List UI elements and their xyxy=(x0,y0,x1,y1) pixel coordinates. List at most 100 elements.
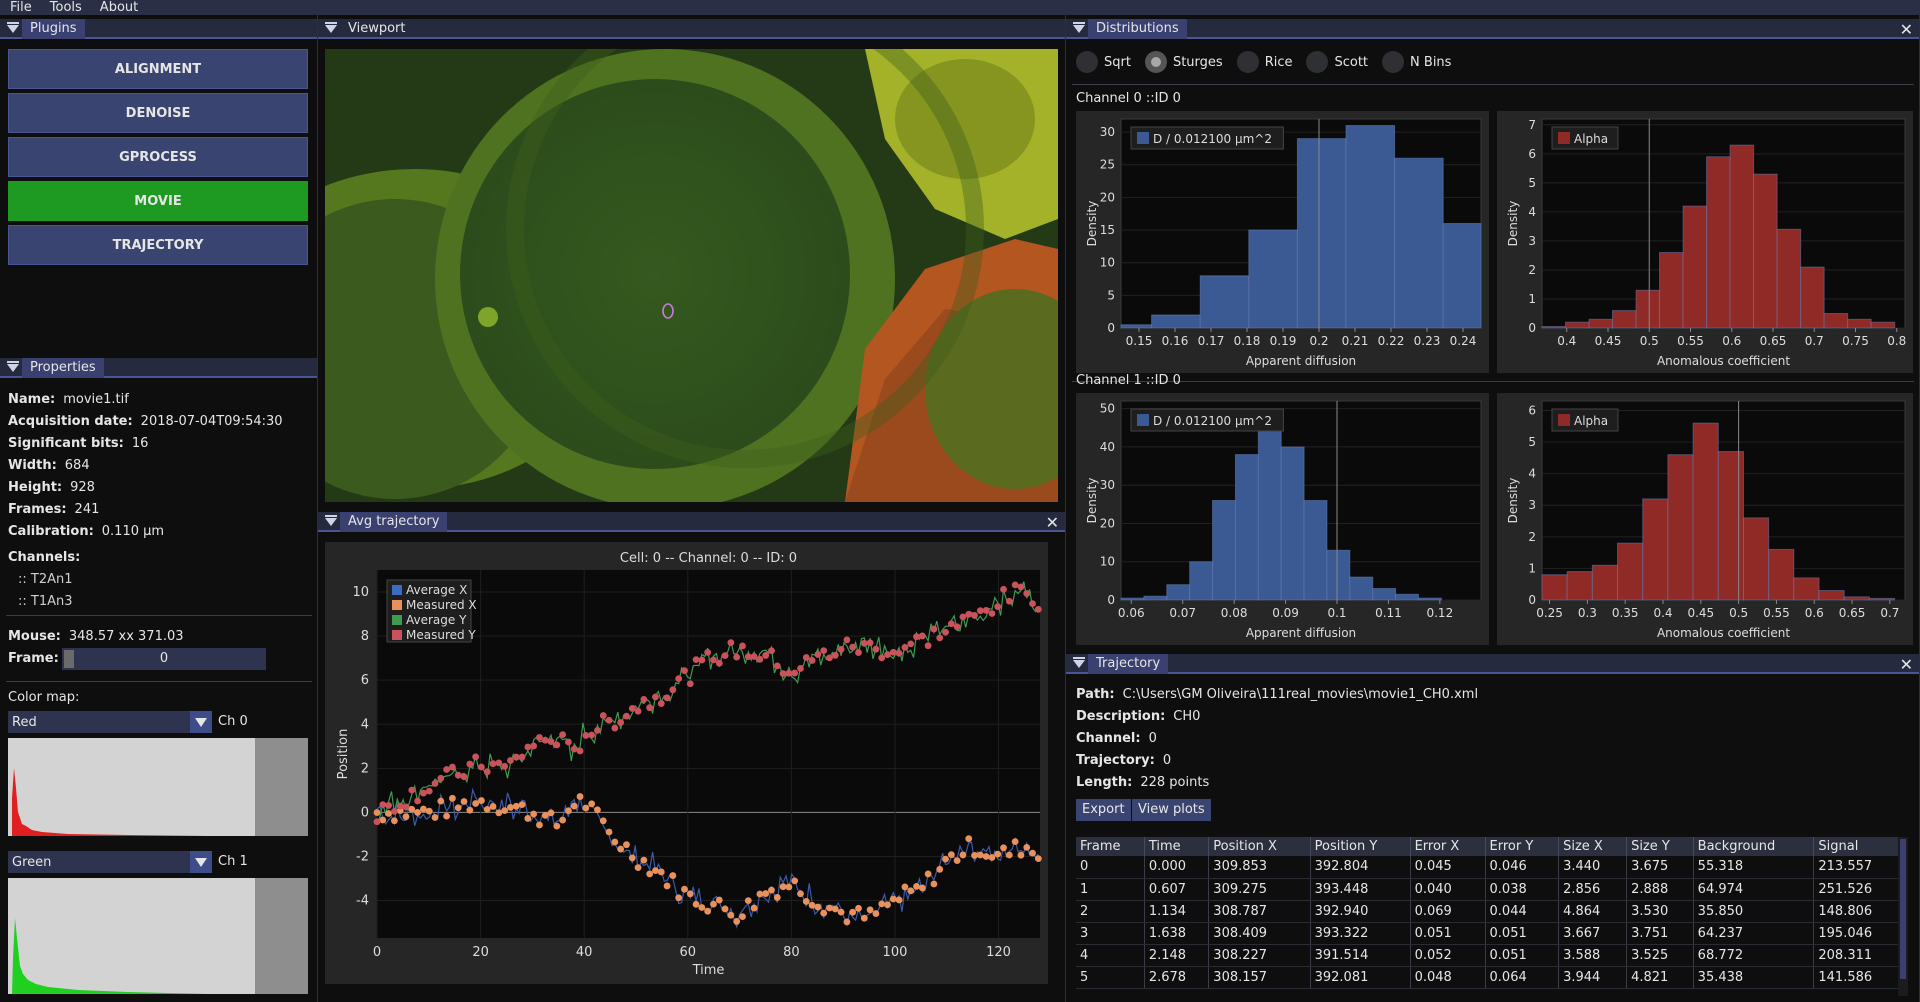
x-tick-label: 0.45 xyxy=(1687,606,1714,620)
radio-icon[interactable] xyxy=(1306,51,1329,73)
point-measured-y xyxy=(460,773,468,781)
point-measured-x xyxy=(501,807,509,815)
ch1-diffusion-plot[interactable]: 0 10 20 30 40 50 0.06 0.07 0.08 0.09 0.1 0.11 0.12 D … xyxy=(1076,393,1489,645)
colormap-ch1-select[interactable]: Green xyxy=(8,851,212,873)
table-cell: 0.051 xyxy=(1485,922,1560,945)
point-measured-y xyxy=(849,643,857,651)
avg-trajectory-tab[interactable]: Avg trajectory xyxy=(340,512,448,532)
table-header-cell[interactable]: Size X xyxy=(1558,837,1628,856)
collapse-icon[interactable] xyxy=(7,361,19,372)
ch0-alpha-plot[interactable]: 0 1 2 3 4 5 6 7 0.4 0.45 0.5 0.55 0.6 0.65 0.7 0.75 0.8 A… xyxy=(1497,111,1913,373)
radio-scott[interactable]: Scott xyxy=(1306,51,1368,73)
table-header-cell[interactable]: Error Y xyxy=(1485,837,1560,856)
point-measured-y xyxy=(657,700,665,707)
table-row[interactable]: 3 1.638 308.409 393.322 0.051 0.051 3.667 3.751… xyxy=(1076,922,1902,945)
collapse-icon[interactable] xyxy=(325,22,337,33)
y-tick-label: 1 xyxy=(1528,561,1536,575)
trajectory-tab[interactable]: Trajectory xyxy=(1088,654,1169,674)
radio-icon[interactable] xyxy=(1236,51,1259,73)
point-measured-y xyxy=(744,653,752,661)
properties-tab[interactable]: Properties xyxy=(22,358,104,378)
table-header-cell[interactable]: Time xyxy=(1144,837,1210,856)
collapse-icon[interactable] xyxy=(325,515,337,526)
menu-file[interactable]: File xyxy=(10,0,32,15)
table-header-cell[interactable]: Error X xyxy=(1410,837,1486,856)
ch1-alpha-plot[interactable]: 0 1 2 3 4 5 6 0.25 0.3 0.35 0.4 0.45 0.5 0.55 0.6 0.65 0… xyxy=(1497,393,1913,645)
table-header-cell[interactable]: Position X xyxy=(1208,837,1311,856)
point-measured-y xyxy=(936,634,944,642)
collapse-icon[interactable] xyxy=(1073,22,1085,33)
export-button[interactable]: Export xyxy=(1076,799,1131,821)
view-plots-button[interactable]: View plots xyxy=(1132,799,1211,821)
avg-trajectory-plot[interactable]: Cell: 0 -- Channel: 0 -- ID: 0 10 8 6 4 2 0 -2-… xyxy=(325,542,1048,984)
viewport-tab[interactable]: Viewport xyxy=(340,19,414,39)
table-cell: 0.046 xyxy=(1485,856,1560,879)
table-header-cell[interactable]: Background xyxy=(1693,837,1815,856)
menu-about[interactable]: About xyxy=(100,0,138,15)
radio-nbins[interactable]: N Bins xyxy=(1382,51,1451,73)
radio-sqrt[interactable]: Sqrt xyxy=(1076,51,1131,73)
chevron-down-icon[interactable] xyxy=(190,851,212,873)
table-cell: 3.588 xyxy=(1558,944,1628,967)
frame-label: Frame: xyxy=(8,651,59,666)
radio-icon[interactable] xyxy=(1382,51,1405,73)
frame-slider[interactable]: 0 xyxy=(62,648,266,670)
histogram-bar xyxy=(1868,597,1896,601)
colormap-ch0-select[interactable]: Red xyxy=(8,711,212,733)
point-measured-y xyxy=(843,636,851,644)
collapse-icon[interactable] xyxy=(1073,657,1085,668)
point-measured-x xyxy=(1011,838,1019,845)
slider-handle[interactable] xyxy=(64,650,74,668)
point-measured-y xyxy=(437,774,445,782)
x-tick-label: 0.5 xyxy=(1640,334,1659,348)
table-row[interactable]: 0 0.000 309.853 392.804 0.045 0.046 3.440 3.675… xyxy=(1076,856,1902,879)
table-header-cell[interactable]: Size Y xyxy=(1626,837,1694,856)
table-row[interactable]: 2 1.134 308.787 392.940 0.069 0.044 4.864 3.530… xyxy=(1076,900,1902,923)
gprocess-button[interactable]: GPROCESS xyxy=(8,137,308,177)
point-measured-y xyxy=(837,645,845,653)
y-tick-label: 10 xyxy=(352,585,369,600)
plugins-tab[interactable]: Plugins xyxy=(22,19,85,39)
radio-icon[interactable] xyxy=(1144,51,1167,73)
radio-icon[interactable] xyxy=(1076,51,1098,73)
x-tick-label: 40 xyxy=(576,945,593,960)
y-tick-label: 10 xyxy=(1100,555,1115,569)
table-cell: 3.675 xyxy=(1626,856,1694,879)
movie-button[interactable]: MOVIE xyxy=(8,181,308,221)
denoise-button[interactable]: DENOISE xyxy=(8,93,308,133)
table-cell: 208.311 xyxy=(1813,944,1902,967)
scrollbar-thumb[interactable] xyxy=(1900,839,1906,979)
table-cell: 3 xyxy=(1076,922,1145,945)
table-row[interactable]: 5 2.678 308.157 392.081 0.048 0.064 3.944 4.821… xyxy=(1076,966,1902,989)
channel-item: :: T2An1 xyxy=(18,572,73,587)
chevron-down-icon[interactable] xyxy=(190,711,212,733)
radio-rice[interactable]: Rice xyxy=(1236,51,1292,73)
table-row[interactable]: 4 2.148 308.227 391.514 0.052 0.051 3.588 3.525… xyxy=(1076,944,1902,967)
table-header-cell[interactable]: Signal xyxy=(1813,837,1902,856)
microscopy-image[interactable] xyxy=(325,49,1058,502)
histogram-chart: 0 1 2 3 4 5 6 7 0.4 0.45 0.5 0.55 0.6 0.65 0.7 0.75 0.8 A… xyxy=(1506,118,1906,368)
ch0-diffusion-plot[interactable]: 0 5 10 15 20 25 30 0.15 0.16 0.17 0.18 0.19 0.2 0.21 0… xyxy=(1076,111,1489,373)
radio-sturges[interactable]: Sturges xyxy=(1144,51,1223,73)
point-measured-x xyxy=(663,882,671,890)
table-header-cell[interactable]: Position Y xyxy=(1310,837,1411,856)
table-scrollbar[interactable] xyxy=(1898,837,1908,996)
close-icon[interactable]: ✕ xyxy=(1900,20,1913,39)
alignment-button[interactable]: ALIGNMENT xyxy=(8,49,308,89)
close-icon[interactable]: ✕ xyxy=(1046,513,1059,532)
point-measured-x xyxy=(443,812,451,820)
menu-tools[interactable]: Tools xyxy=(50,0,82,15)
point-measured-x xyxy=(617,845,625,853)
legend-swatch xyxy=(1558,414,1570,426)
trajectory-button[interactable]: TRAJECTORY xyxy=(8,225,308,265)
table-header-cell[interactable]: Frame xyxy=(1076,837,1145,856)
point-measured-y xyxy=(947,620,955,628)
viewport-panel: Viewport xyxy=(318,15,1066,508)
close-icon[interactable]: ✕ xyxy=(1900,655,1913,674)
collapse-icon[interactable] xyxy=(7,22,19,33)
y-tick-label: 30 xyxy=(1100,125,1115,139)
histogram-ch0 xyxy=(8,738,308,836)
table-row[interactable]: 1 0.607 309.275 393.448 0.040 0.038 2.856 2.888… xyxy=(1076,878,1902,901)
trajectory-table[interactable]: Frame Time Position X Position Y Error X Erro… xyxy=(1076,837,1906,996)
distributions-tab[interactable]: Distributions xyxy=(1088,19,1187,39)
